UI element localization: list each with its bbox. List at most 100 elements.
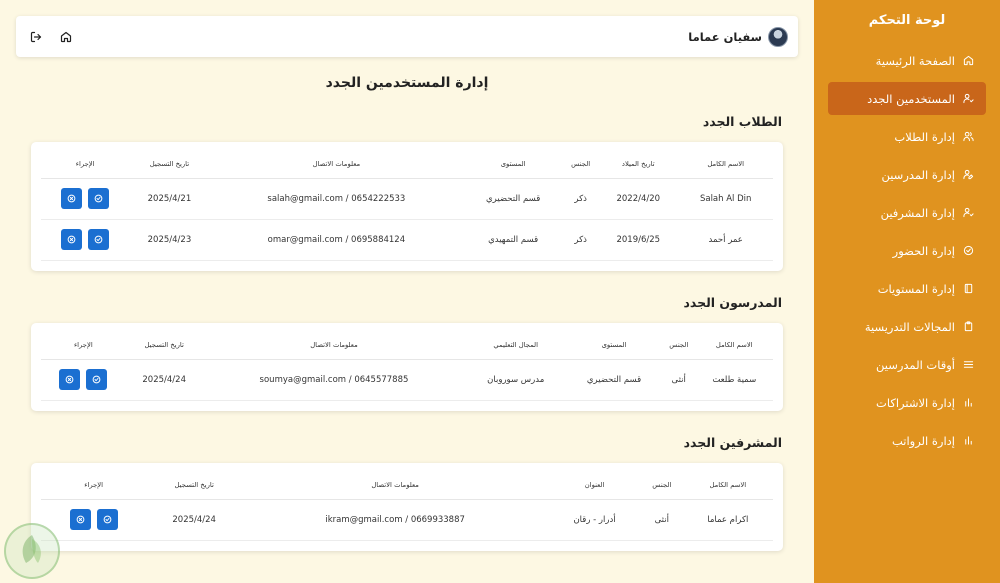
x-circle-icon [76,515,85,524]
x-circle-icon [67,235,76,244]
students-column-header: تاريخ الميلاد [598,150,679,179]
check-circle-icon [94,194,103,203]
clipboard-icon [964,321,973,332]
sidebar-item-label: إدارة الرواتب [891,433,955,448]
students-column-header: المستوى [463,150,564,179]
students-column-header: الإجراء [41,150,130,179]
check-circle-icon [103,515,112,524]
students-section-title: الطلاب الجدد [702,114,782,129]
actions-cell [41,219,130,261]
table-cell: Salah Al Din [678,178,773,220]
approve-button[interactable] [88,188,110,209]
table-cell: عمر أحمد [678,219,773,261]
table-cell: ذكر [563,219,599,261]
sidebar-item-10[interactable]: إدارة الرواتب [828,424,986,457]
bar-chart-icon [965,436,972,445]
check-circle-icon [963,245,974,256]
reject-button[interactable] [69,509,91,530]
teachers-column-header: معلومات الاتصال [202,331,466,360]
supervisors-column-header: الإجراء [41,471,147,500]
supervisors-column-header: الاسم الكامل [682,471,773,500]
sidebar-item-5[interactable]: إدارة الحضور [828,234,986,267]
students-card: الاسم الكامل تاريخ الميلاد الجنس المستوى معل… [31,142,783,271]
sidebar-item-label: إدارة الطلاب [894,129,955,144]
sidebar-item-7[interactable]: المجالات التدريسية [828,310,986,343]
x-circle-icon [67,194,76,203]
supervisors-card: الاسم الكامل الجنس العنوان معلومات الاتصال ت… [31,463,783,551]
reject-button[interactable] [59,369,81,390]
sidebar-nav: الصفحة الرئيسية المستخدمين الجدد إدارة الط… [814,44,1000,457]
actions-cell [41,359,126,401]
table-cell: 2025/4/21 [129,178,210,220]
table-row: اكرام عماما أنثى أدرار - رقان ikram@gmail.c… [41,499,773,541]
teachers-table: الاسم الكامل الجنس المستوى المجال التعليمي م… [41,331,773,401]
teachers-column-header: الجنس [661,331,696,360]
sidebar-item-8[interactable]: أوقات المدرسين [828,348,986,381]
avatar[interactable] [768,26,788,47]
user-profile[interactable]: سفيان عماما [688,26,788,47]
teachers-column-header: المجال التعليمي [465,331,567,360]
table-row: سمية طلعت أنثى قسم التحضيري مدرس سوروبان sou… [41,359,773,401]
actions-cell [41,178,130,220]
table-cell: 2025/4/24 [146,499,242,541]
supervisors-column-header: معلومات الاتصال [242,471,549,500]
reject-button[interactable] [61,229,83,250]
bar-chart-icon [965,398,972,407]
sidebar-item-1[interactable]: المستخدمين الجدد [828,82,986,115]
sidebar-item-label: إدارة المدرسين [881,167,955,182]
sidebar-item-9[interactable]: إدارة الاشتراكات [828,386,986,419]
table-cell: أنثى [640,499,683,541]
table-cell: 2025/4/23 [129,219,210,261]
home-icon[interactable] [60,31,72,43]
table-cell: salah@gmail.com / 0654222533 [209,178,464,220]
supervisors-section-title: المشرفين الجدد [683,435,782,450]
user-check-icon [963,207,974,218]
logout-icon[interactable] [30,31,42,43]
row-actions [41,229,129,250]
teachers-column-header: تاريخ التسجيل [125,331,203,360]
teachers-column-header: المستوى [566,331,662,360]
table-cell: 2025/4/24 [125,359,203,401]
table-cell: سمية طلعت [695,359,773,401]
row-actions [41,369,126,390]
approve-button[interactable] [86,369,108,390]
approve-button[interactable] [96,509,118,530]
teachers-section-title: المدرسون الجدد [683,295,782,310]
approve-button[interactable] [88,229,110,250]
sidebar-item-label: المستخدمين الجدد [867,91,955,106]
students-column-header: الاسم الكامل [678,150,773,179]
table-row: Salah Al Din 2022/4/20 ذكر قسم التحضيري sala… [41,178,773,220]
students-column-header: معلومات الاتصال [209,150,464,179]
x-circle-icon [65,375,74,384]
sidebar-item-3[interactable]: إدارة المدرسين [828,158,986,191]
students-column-header: تاريخ التسجيل [129,150,210,179]
main-content: إدارة المستخدمين الجدد الطلاب الجدد الاس… [16,57,798,583]
table-row: عمر أحمد 2019/6/25 ذكر قسم التمهيدي omar@gma… [41,219,773,261]
check-circle-icon [94,235,103,244]
sidebar-item-label: إدارة المشرفين [880,205,955,220]
sidebar-item-4[interactable]: إدارة المشرفين [828,196,986,229]
home-icon [963,55,974,66]
table-cell: قسم التمهيدي [463,219,564,261]
sidebar-item-0[interactable]: الصفحة الرئيسية [828,44,986,77]
check-circle-icon [92,375,101,384]
supervisors-column-header: تاريخ التسجيل [146,471,242,500]
table-cell: 2019/6/25 [598,219,679,261]
leaf-logo-icon [22,535,41,563]
sidebar-item-label: إدارة المستويات [877,281,955,296]
sidebar-item-2[interactable]: إدارة الطلاب [828,120,986,153]
user-edit-icon [963,169,974,180]
table-cell: اكرام عماما [682,499,773,541]
header-actions [30,31,72,43]
sidebar-title: لوحة التحكم [868,13,946,28]
table-cell: قسم التحضيري [566,359,662,401]
sidebar-item-6[interactable]: إدارة المستويات [828,272,986,305]
reject-button[interactable] [61,188,83,209]
supervisors-column-header: الجنس [640,471,683,500]
table-cell: أدرار - رقان [548,499,641,541]
table-cell: soumya@gmail.com / 0645577885 [202,359,466,401]
students-table: الاسم الكامل تاريخ الميلاد الجنس المستوى معل… [41,150,773,261]
row-actions [41,188,129,209]
sidebar-item-label: المجالات التدريسية [864,319,955,334]
teachers-card: الاسم الكامل الجنس المستوى المجال التعليمي م… [31,323,783,411]
